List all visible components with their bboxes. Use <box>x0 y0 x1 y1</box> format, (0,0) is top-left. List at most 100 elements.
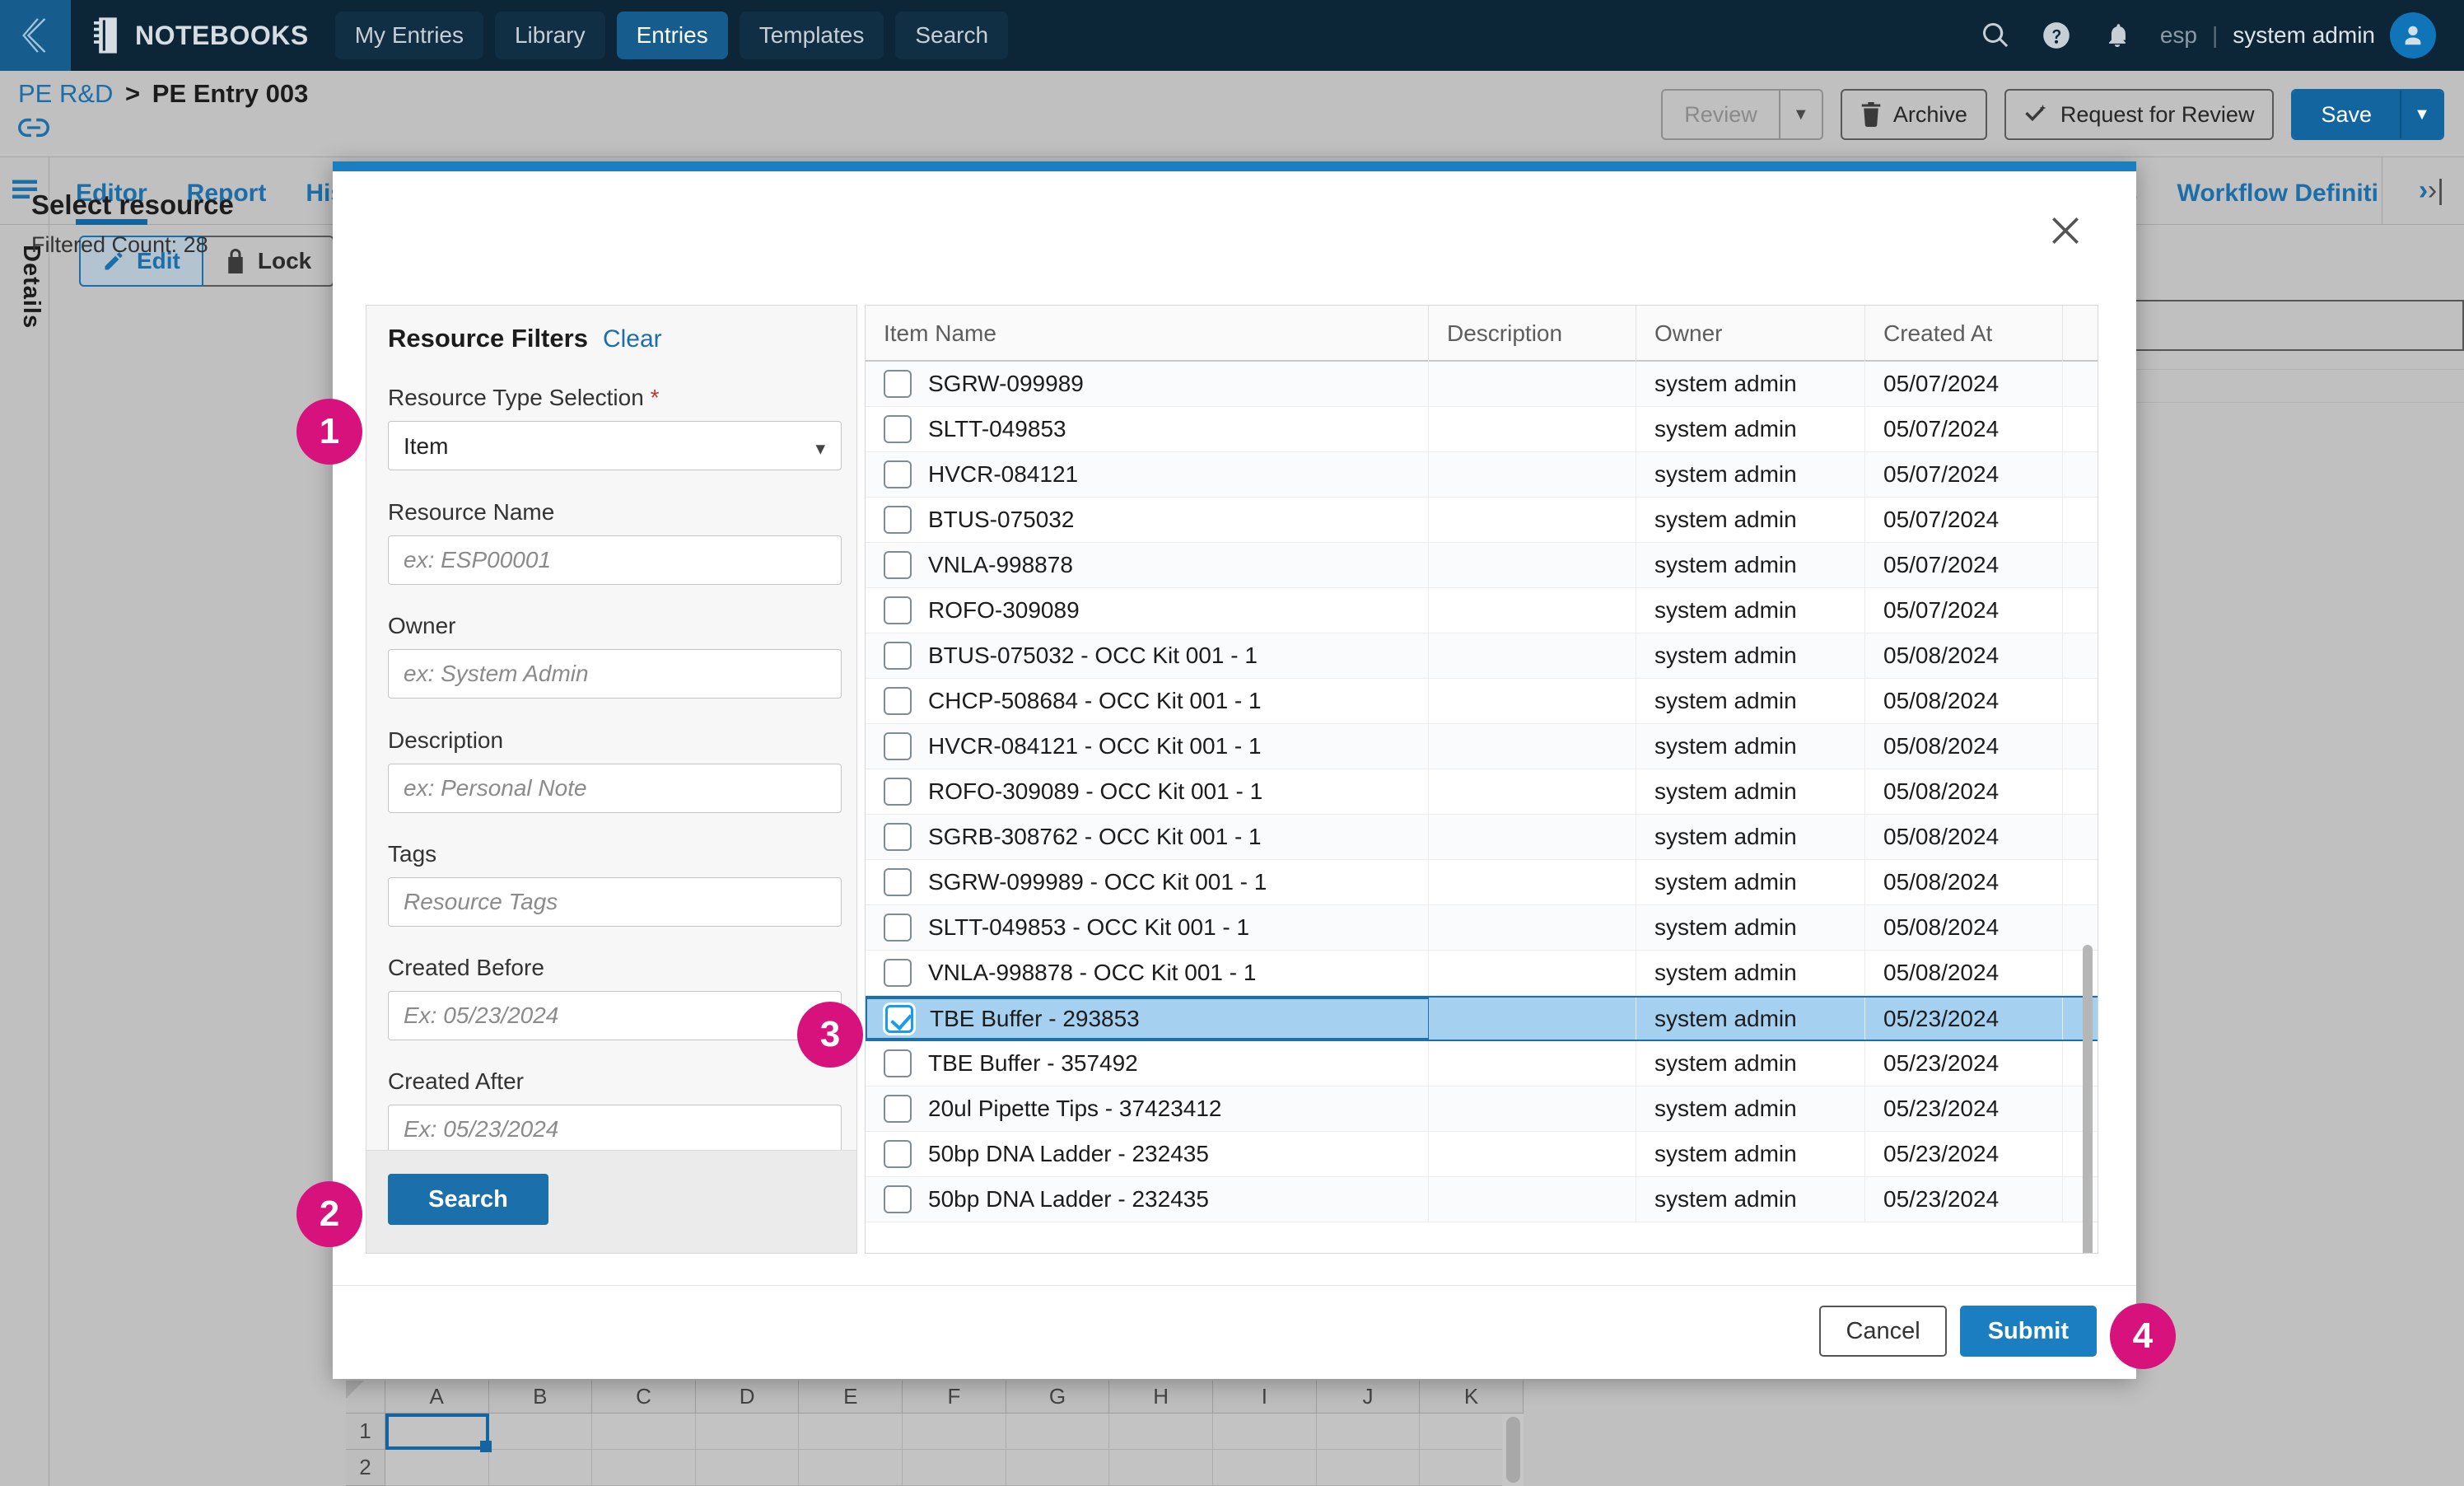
nav-tab-my-entries[interactable]: My Entries <box>334 12 483 59</box>
spreadsheet-cell-b1[interactable] <box>488 1414 593 1450</box>
table-scrollbar[interactable] <box>2083 368 2093 1253</box>
spreadsheet-cell-c1[interactable] <box>592 1414 696 1450</box>
table-row[interactable]: BTUS-075032 system admin 05/07/2024 <box>866 498 2098 543</box>
spreadsheet-row-header-1[interactable]: 1 <box>346 1414 385 1450</box>
table-row[interactable]: CHCP-508684 - OCC Kit 001 - 1 system admi… <box>866 679 2098 724</box>
row-checkbox[interactable] <box>884 687 912 715</box>
table-scroll-thumb[interactable] <box>2083 945 2093 1253</box>
avatar[interactable] <box>2390 12 2436 58</box>
row-checkbox[interactable] <box>884 732 912 760</box>
collapse-nav-button[interactable] <box>0 0 71 71</box>
nav-tab-entries[interactable]: Entries <box>616 12 728 59</box>
row-checkbox[interactable] <box>884 596 912 624</box>
help-icon[interactable] <box>2038 17 2074 54</box>
nav-tab-search[interactable]: Search <box>895 12 1009 59</box>
spreadsheet-col-j[interactable]: J <box>1316 1381 1421 1414</box>
row-checkbox[interactable] <box>884 460 912 488</box>
save-dropdown-arrow[interactable]: ▼ <box>2400 91 2443 138</box>
tab-workflow-definitions[interactable]: Workflow Definiti <box>2177 180 2378 225</box>
table-row[interactable]: SGRW-099989 system admin 05/07/2024 <box>866 362 2098 407</box>
lock-button[interactable]: Lock <box>203 236 335 287</box>
spreadsheet-col-c[interactable]: C <box>592 1381 696 1414</box>
spreadsheet-col-h[interactable]: H <box>1109 1381 1213 1414</box>
spreadsheet-cell-a1[interactable] <box>385 1414 492 1452</box>
spreadsheet-cell-g2[interactable] <box>1006 1450 1110 1486</box>
collapse-right-icon[interactable]: ›| <box>2428 175 2444 207</box>
request-for-review-button[interactable]: Request for Review <box>2004 89 2275 140</box>
submit-button[interactable]: Submit <box>1959 1306 2097 1357</box>
row-checkbox[interactable] <box>884 551 912 579</box>
spreadsheet-cell-h2[interactable] <box>1109 1450 1213 1486</box>
created-before-input[interactable] <box>388 991 842 1040</box>
spreadsheet-cell-i1[interactable] <box>1213 1414 1317 1450</box>
tab-next-chevron-icon[interactable]: › <box>2382 157 2464 225</box>
spreadsheet-col-e[interactable]: E <box>799 1381 903 1414</box>
spreadsheet-col-i[interactable]: I <box>1213 1381 1317 1414</box>
spreadsheet-col-g[interactable]: G <box>1006 1381 1110 1414</box>
search-icon[interactable] <box>1977 17 2014 54</box>
created-after-input[interactable] <box>388 1105 842 1154</box>
table-row[interactable]: ROFO-309089 system admin 05/07/2024 <box>866 588 2098 633</box>
spreadsheet-cell-f2[interactable] <box>903 1450 1006 1486</box>
review-split-button[interactable]: Review ▼ <box>1661 89 1823 140</box>
column-header-owner[interactable]: Owner <box>1636 306 1865 362</box>
row-checkbox[interactable] <box>884 1185 912 1213</box>
table-row[interactable]: HVCR-084121 - OCC Kit 001 - 1 system admi… <box>866 724 2098 769</box>
table-row[interactable]: TBE Buffer - 293853 system admin 05/23/202… <box>866 996 2098 1041</box>
table-row[interactable]: HVCR-084121 system admin 05/07/2024 <box>866 452 2098 498</box>
spreadsheet-cell-h1[interactable] <box>1109 1414 1214 1450</box>
row-checkbox[interactable] <box>884 868 912 896</box>
table-row[interactable]: 50bp DNA Ladder - 232435 system admin 05/2… <box>866 1177 2098 1222</box>
row-checkbox[interactable] <box>884 914 912 942</box>
link-icon[interactable] <box>17 118 50 142</box>
breadcrumb-root[interactable]: PE R&D <box>18 79 113 108</box>
table-row[interactable]: VNLA-998878 system admin 05/07/2024 <box>866 543 2098 588</box>
row-checkbox[interactable] <box>884 778 912 806</box>
resource-name-input[interactable] <box>388 535 842 585</box>
spreadsheet-col-d[interactable]: D <box>695 1381 800 1414</box>
table-row[interactable]: SGRB-308762 - OCC Kit 001 - 1 system admi… <box>866 815 2098 860</box>
table-row[interactable]: 50bp DNA Ladder - 232435 system admin 05/2… <box>866 1132 2098 1177</box>
row-checkbox[interactable] <box>884 1049 912 1077</box>
row-checkbox[interactable] <box>884 959 912 987</box>
spreadsheet-col-a[interactable]: A <box>385 1381 489 1414</box>
search-button[interactable]: Search <box>388 1174 548 1225</box>
table-row[interactable]: SLTT-049853 - OCC Kit 001 - 1 system admi… <box>866 905 2098 951</box>
user-menu[interactable]: esp | system admin <box>2160 12 2436 58</box>
spreadsheet-cell-e2[interactable] <box>799 1450 903 1486</box>
owner-input[interactable] <box>388 649 842 699</box>
spreadsheet-scrollbar[interactable] <box>1502 1414 1524 1486</box>
save-button-label[interactable]: Save <box>2293 91 2400 138</box>
bell-icon[interactable] <box>2099 17 2135 54</box>
spreadsheet-row-header-2[interactable]: 2 <box>346 1450 385 1486</box>
row-checkbox[interactable] <box>884 506 912 534</box>
table-row[interactable]: BTUS-075032 - OCC Kit 001 - 1 system admi… <box>866 633 2098 679</box>
spreadsheet-col-f[interactable]: F <box>903 1381 1006 1414</box>
save-split-button[interactable]: Save ▼ <box>2291 89 2444 140</box>
row-checkbox[interactable] <box>884 1095 912 1123</box>
table-row[interactable]: ROFO-309089 - OCC Kit 001 - 1 system admi… <box>866 769 2098 815</box>
spreadsheet-col-k[interactable]: K <box>1420 1381 1524 1414</box>
description-input[interactable] <box>388 764 842 813</box>
row-checkbox[interactable] <box>885 1004 913 1033</box>
nav-tab-library[interactable]: Library <box>494 12 605 59</box>
spreadsheet-cell-c2[interactable] <box>592 1450 696 1486</box>
spreadsheet-cell-b2[interactable] <box>488 1450 593 1486</box>
spreadsheet-cell-f1[interactable] <box>903 1414 1006 1450</box>
column-header-created-at[interactable]: Created At <box>1865 306 2063 362</box>
clear-filters-link[interactable]: Clear <box>603 325 662 353</box>
language-indicator[interactable]: esp <box>2160 22 2197 49</box>
spreadsheet-cell-d1[interactable] <box>695 1414 800 1450</box>
spreadsheet-cell-g1[interactable] <box>1006 1414 1110 1450</box>
spreadsheet-cell-j1[interactable] <box>1316 1414 1421 1450</box>
column-header-description[interactable]: Description <box>1429 306 1636 362</box>
table-row[interactable]: 20ul Pipette Tips - 37423412 system admin… <box>866 1086 2098 1132</box>
table-row[interactable]: SGRW-099989 - OCC Kit 001 - 1 system admi… <box>866 860 2098 905</box>
spreadsheet-cell-d2[interactable] <box>695 1450 800 1486</box>
table-row[interactable]: SLTT-049853 system admin 05/07/2024 <box>866 407 2098 452</box>
column-header-item-name[interactable]: Item Name <box>866 306 1429 362</box>
spreadsheet-cell-e1[interactable] <box>799 1414 903 1450</box>
table-row[interactable]: TBE Buffer - 357492 system admin 05/23/202… <box>866 1041 2098 1086</box>
row-checkbox[interactable] <box>884 642 912 670</box>
spreadsheet-cell-i2[interactable] <box>1213 1450 1317 1486</box>
